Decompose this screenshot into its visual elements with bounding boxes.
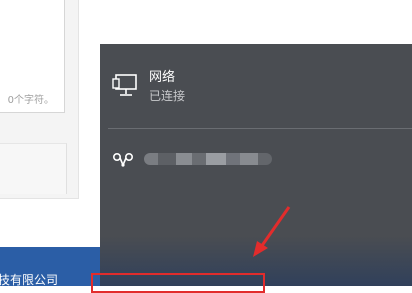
comment-textarea[interactable]: 0个字符。 [0, 0, 65, 113]
wifi-network-name-masked [144, 153, 272, 165]
connected-network-item[interactable]: 网络 已连接 [112, 66, 392, 106]
red-arrow-annotation [253, 206, 291, 257]
network-name: 网络 [149, 70, 176, 85]
footer-company-text: 技有限公司 [0, 273, 59, 287]
ethernet-monitor-icon [112, 74, 137, 96]
red-highlight-box-annotation [91, 273, 265, 293]
flyout-divider [108, 128, 412, 129]
wifi-hotspot-icon [112, 152, 134, 168]
form-card-lower-section [0, 143, 67, 194]
form-card: 0个字符。 [0, 0, 79, 199]
wifi-network-item[interactable] [112, 148, 402, 170]
character-count-hint: 0个字符。 [7, 95, 54, 106]
network-status: 已连接 [149, 89, 186, 103]
